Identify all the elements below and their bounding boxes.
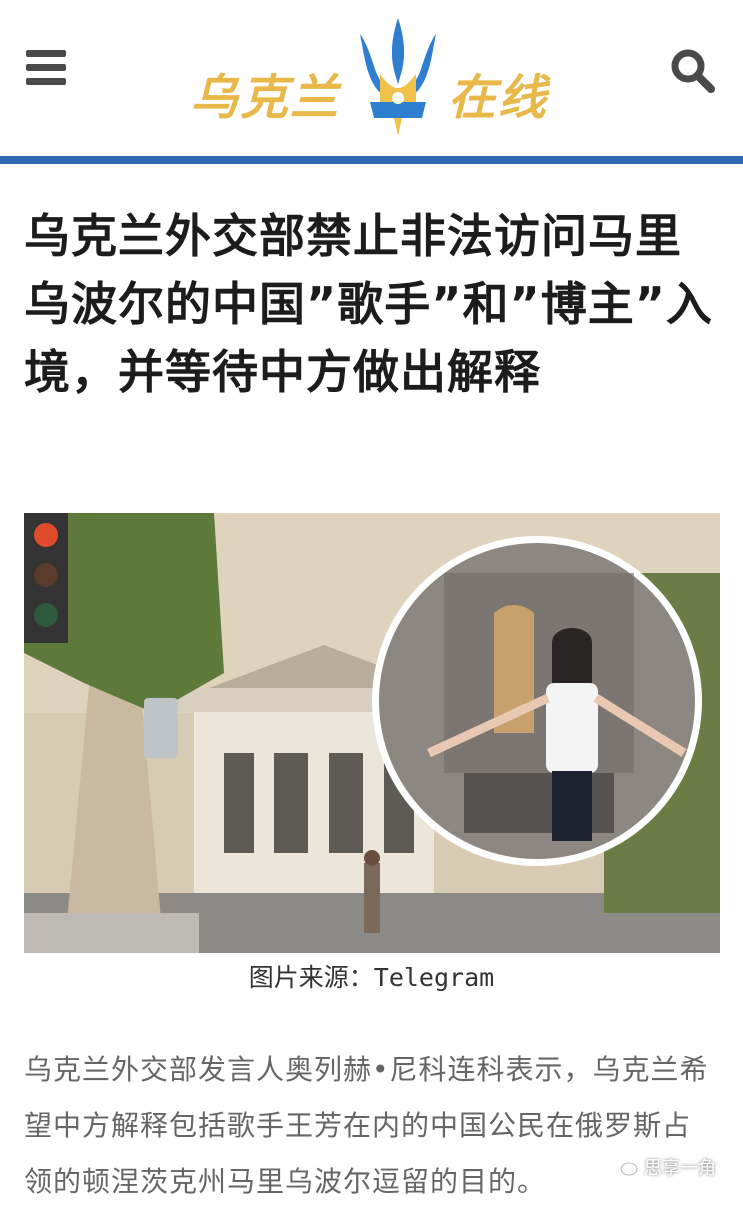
logo-text-left: 乌克兰 [190, 70, 341, 126]
article-photo[interactable] [24, 513, 720, 953]
image-caption: 图片来源：Telegram [248, 963, 495, 992]
watermark: 思享一角 [612, 1152, 716, 1182]
wechat-icon [613, 1159, 638, 1176]
watermark-text: 思享一角 [644, 1158, 716, 1179]
search-icon[interactable] [668, 46, 716, 94]
photo-illustration [24, 513, 720, 953]
hamburger-menu-icon[interactable] [26, 50, 68, 88]
site-logo[interactable]: 乌克兰 在线 [186, 14, 556, 138]
article-headline: 乌克兰外交部禁止非法访问马里乌波尔的中国”歌手”和”博主”入境，并等待中方做出解… [24, 209, 713, 399]
article-paragraph: 乌克兰外交部发言人奥列赫•尼科连科表示，乌克兰希望中方解释包括歌手王芳在内的中国… [24, 1053, 709, 1198]
site-header: 乌克兰 在线 [0, 0, 743, 156]
logo-text-right: 在线 [448, 70, 549, 126]
header-accent-bar [0, 156, 743, 164]
trident-emblem-icon [360, 18, 436, 136]
